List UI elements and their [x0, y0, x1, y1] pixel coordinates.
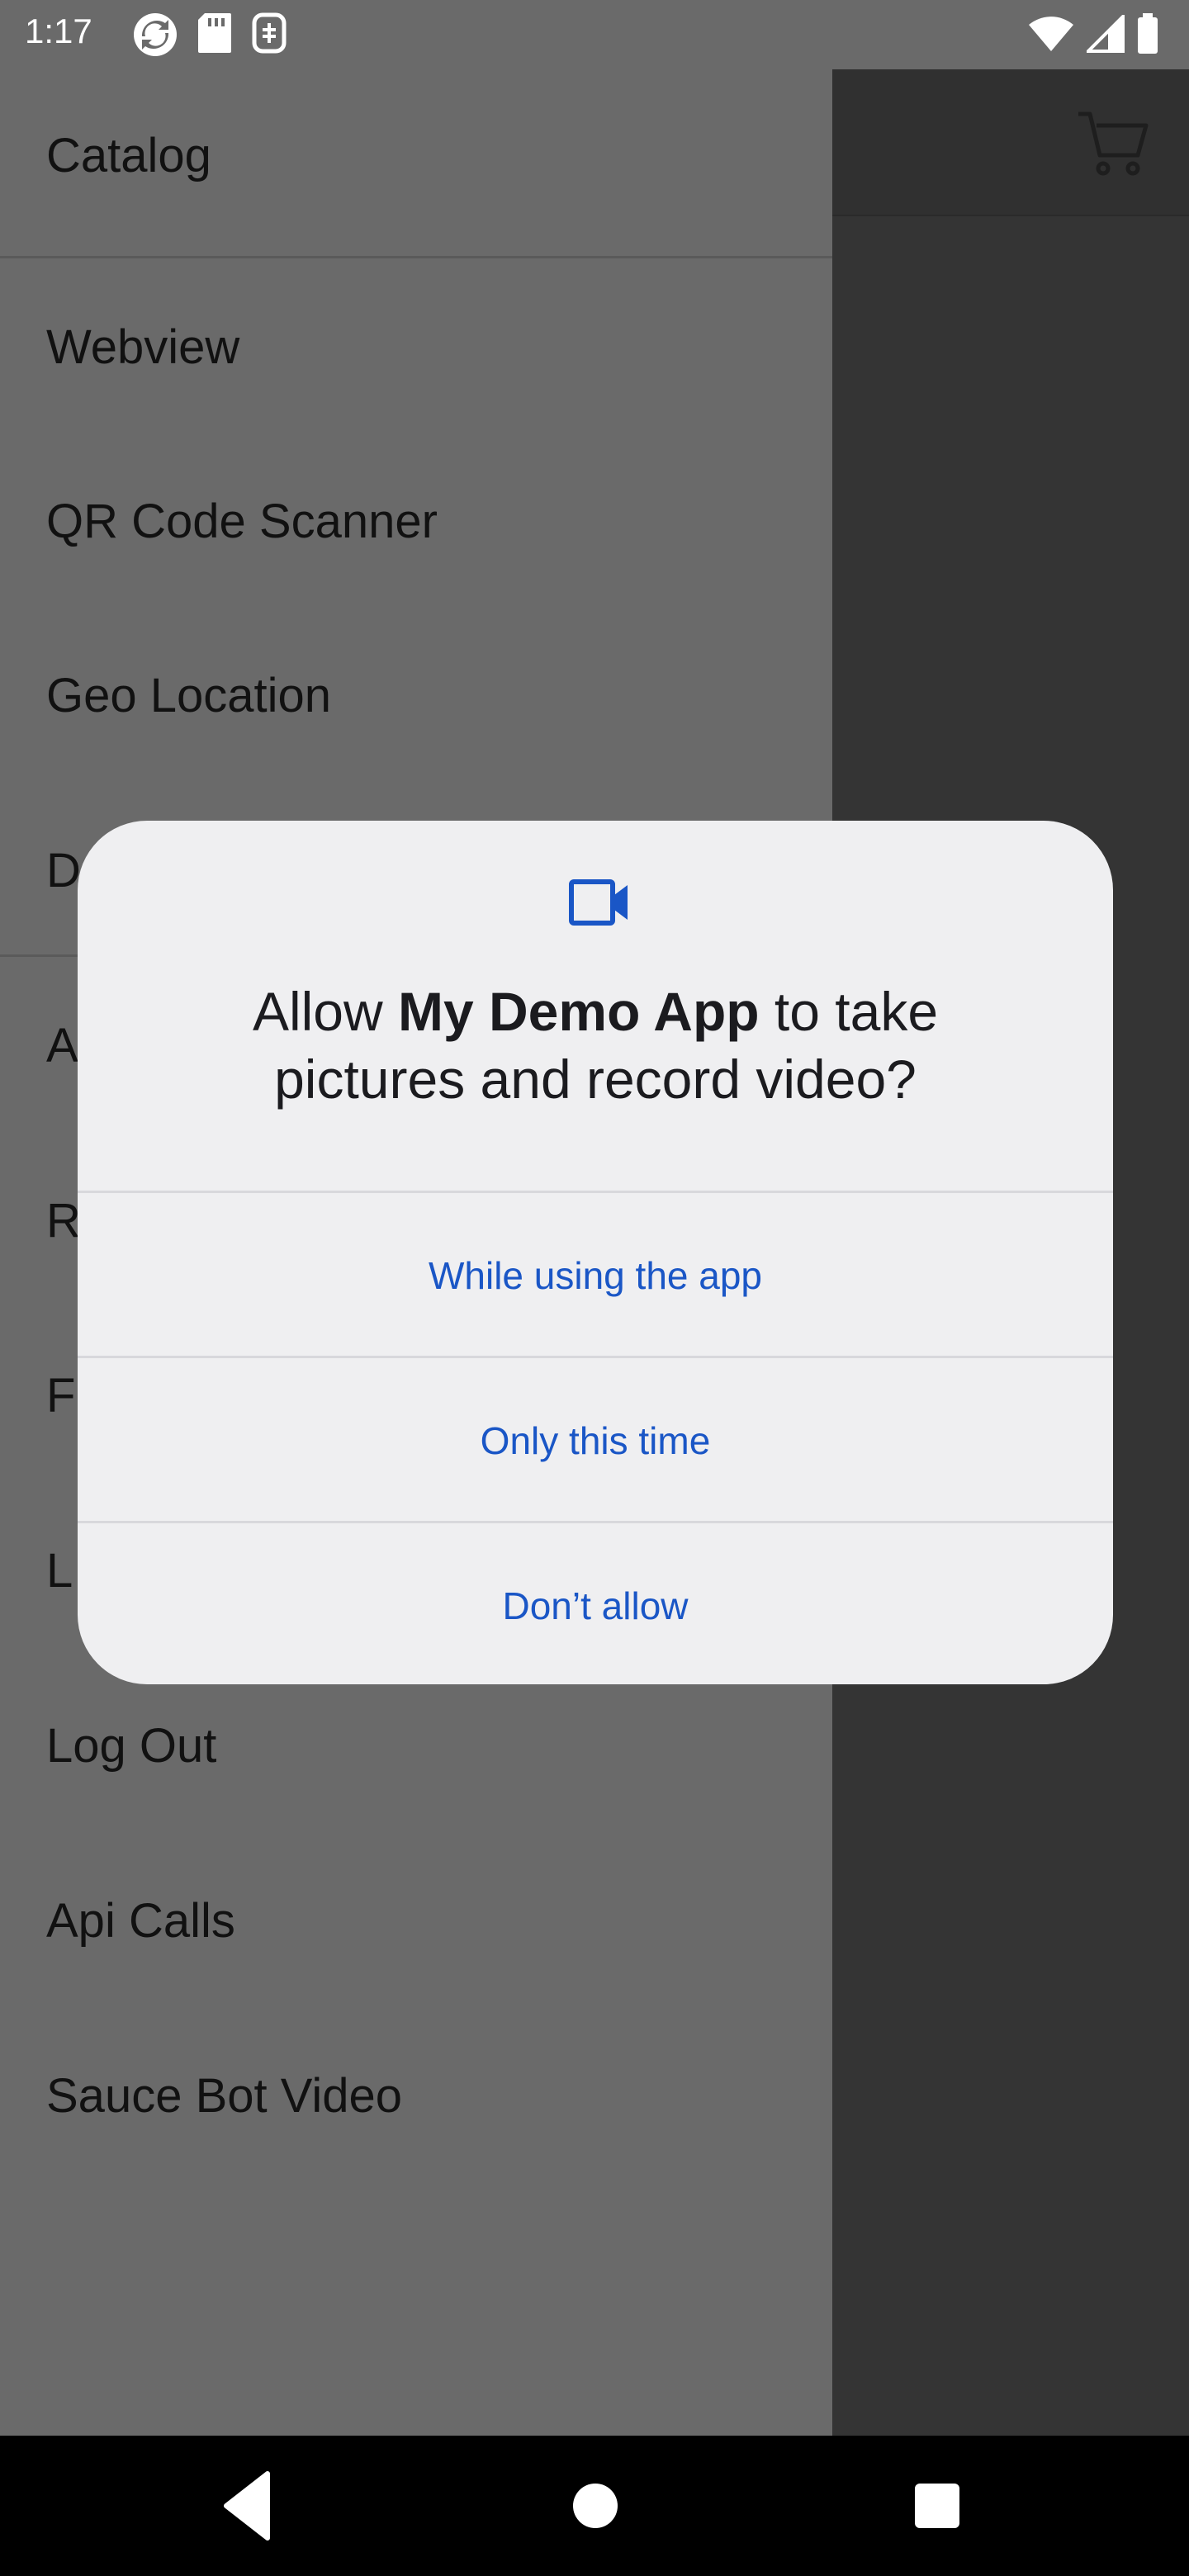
- menu-item-geo-location[interactable]: Geo Location: [0, 609, 832, 783]
- notification-icon: [252, 12, 287, 54]
- back-icon[interactable]: [221, 2467, 271, 2545]
- wifi-icon: [1029, 17, 1073, 51]
- title-line-2: pictures and record video?: [274, 1049, 917, 1110]
- while-using-app-button[interactable]: While using the app: [78, 1193, 1113, 1358]
- status-bar: 1:17: [0, 0, 1189, 69]
- cart-icon[interactable]: [1075, 106, 1149, 180]
- menu-item-sauce-bot-video[interactable]: Sauce Bot Video: [0, 2010, 832, 2183]
- title-prefix: Allow: [252, 981, 398, 1042]
- video-camera-icon: [569, 879, 628, 926]
- title-suffix: to take: [759, 981, 939, 1042]
- menu-item-catalog[interactable]: Catalog: [0, 69, 832, 243]
- battery-icon: [1138, 13, 1158, 54]
- status-time: 1:17: [25, 12, 92, 50]
- sd-card-icon: [198, 13, 231, 53]
- sync-icon: [134, 13, 177, 56]
- dont-allow-button[interactable]: Don’t allow: [78, 1523, 1113, 1684]
- status-right-icons: [1027, 13, 1159, 54]
- home-icon[interactable]: [573, 2484, 618, 2528]
- recents-icon[interactable]: [915, 2484, 959, 2528]
- dialog-title: Allow My Demo App to take pictures and r…: [78, 978, 1113, 1113]
- menu-divider: [0, 256, 832, 258]
- cell-signal-icon: [1087, 15, 1125, 53]
- only-this-time-button[interactable]: Only this time: [78, 1358, 1113, 1523]
- permission-dialog: Allow My Demo App to take pictures and r…: [78, 821, 1113, 1684]
- status-left-icons: [132, 12, 287, 58]
- menu-item-api-calls[interactable]: Api Calls: [0, 1835, 832, 2008]
- app-name: My Demo App: [398, 981, 760, 1042]
- menu-item-qr-code-scanner[interactable]: QR Code Scanner: [0, 435, 832, 608]
- system-nav-bar: [0, 2436, 1189, 2576]
- menu-item-webview[interactable]: Webview: [0, 261, 832, 434]
- menu-item-log-out[interactable]: Log Out: [0, 1660, 832, 1833]
